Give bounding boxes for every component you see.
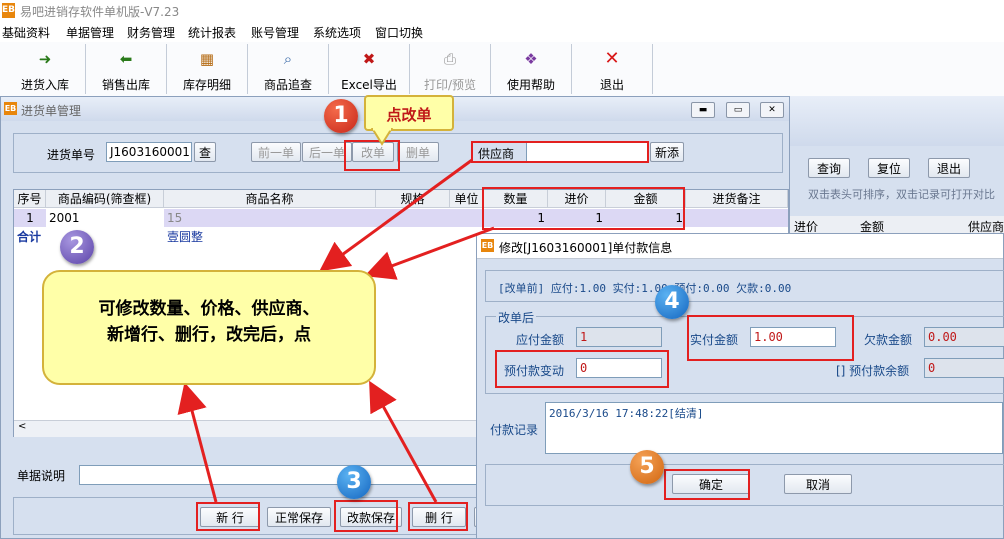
callout-instructions: 可修改数量、价格、供应商、 新增行、删行，改完后，点 (42, 270, 376, 385)
arrow-supplier (319, 158, 473, 272)
arrow-new-row (177, 382, 218, 503)
step-3-badge: 3 (337, 465, 371, 499)
step-1-badge: 1 (324, 99, 358, 133)
step-2-badge: 2 (60, 230, 94, 264)
step-4-badge: 4 (655, 285, 689, 319)
arrow-qty (364, 226, 495, 280)
callout1-pointer (370, 128, 394, 146)
arrow-delete-row (369, 380, 438, 503)
step-5-badge: 5 (630, 450, 664, 484)
callout-edit-order: 点改单 (364, 95, 454, 131)
